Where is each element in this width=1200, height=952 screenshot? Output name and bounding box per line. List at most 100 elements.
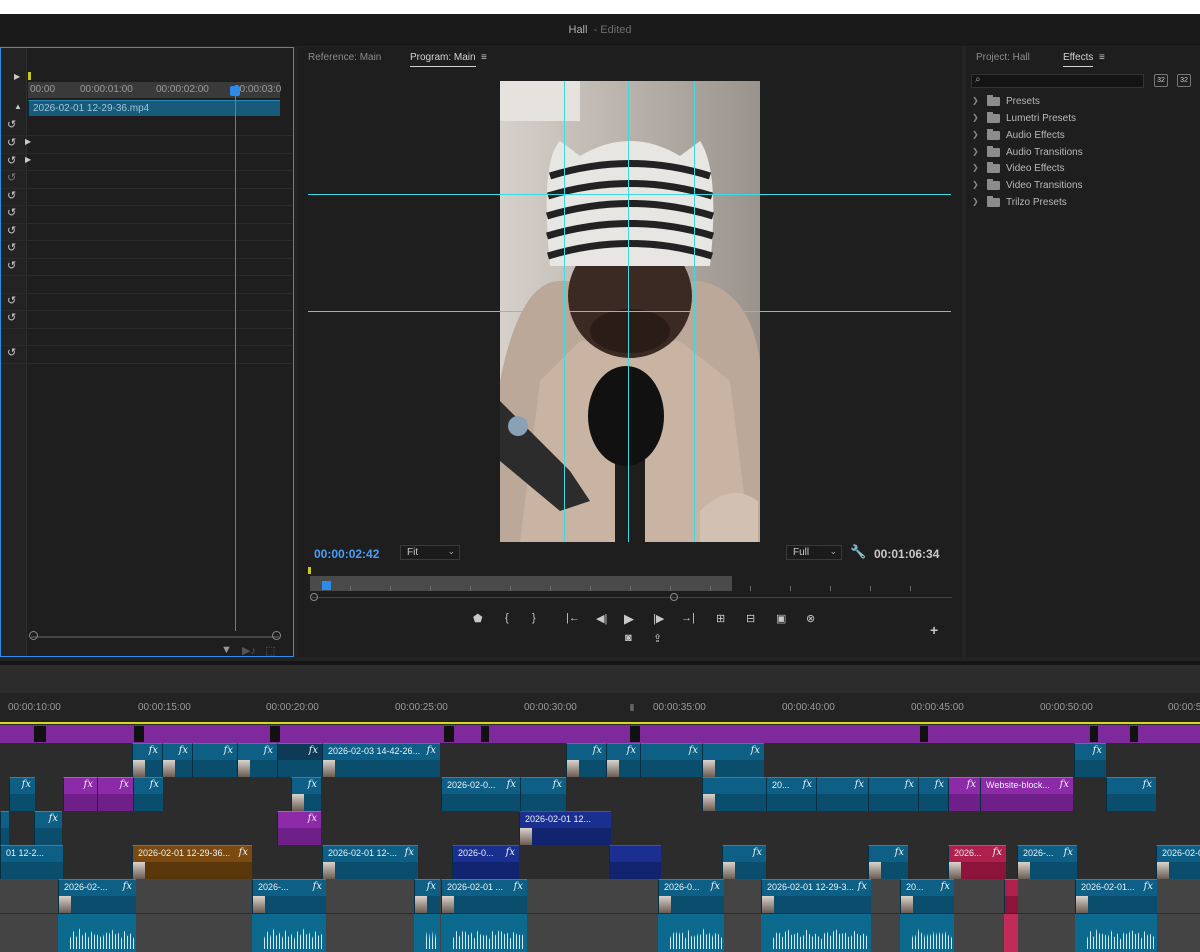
timeline-clip[interactable]: 2026-02-01 ... fx: [441, 879, 527, 913]
source-scrollbar[interactable]: [31, 636, 279, 638]
lift-icon[interactable]: ⊞: [716, 612, 725, 625]
undo-icon[interactable]: ↺: [7, 224, 16, 237]
undo-icon[interactable]: ↺: [7, 241, 16, 254]
effects-search-input[interactable]: ⌕: [971, 74, 1144, 88]
timeline-clip[interactable]: 2026-02-01... fx: [1075, 879, 1157, 913]
add-marker-icon[interactable]: ⬟: [473, 612, 483, 625]
timeline-clip[interactable]: fx: [162, 743, 192, 777]
wrench-icon[interactable]: 🔧: [850, 544, 866, 560]
timeline-clip[interactable]: fx: [414, 879, 440, 913]
timeline-clip[interactable]: 2026... fx: [948, 845, 1006, 879]
timeline-clip[interactable]: fx: [640, 743, 702, 777]
timeline-clip[interactable]: 20... fx: [900, 879, 954, 913]
camera-icon[interactable]: ◙: [625, 632, 632, 644]
work-area-bar[interactable]: [310, 576, 732, 591]
export-icon[interactable]: ⬚: [265, 644, 275, 657]
playhead-timecode[interactable]: 00:00:02:42: [314, 547, 379, 561]
expand-triangle-icon[interactable]: ▶: [25, 155, 31, 164]
timeline-clip[interactable]: 01 12-2...: [0, 845, 63, 879]
timeline-clip[interactable]: 2026-0... fx: [452, 845, 519, 879]
timeline-clip[interactable]: fx: [722, 845, 766, 879]
tab-effects[interactable]: Effects: [1063, 52, 1094, 67]
timeline-clip[interactable]: fx: [97, 777, 133, 811]
source-clip[interactable]: 2026-02-01 12-29-36.mp4: [28, 100, 280, 116]
undo-icon[interactable]: ↺: [7, 118, 16, 131]
export-frame-icon[interactable]: ⇪: [653, 632, 662, 645]
work-area-bar[interactable]: [0, 722, 1200, 724]
audio-clip[interactable]: [1004, 914, 1018, 952]
timeline-clip[interactable]: fx: [868, 777, 918, 811]
timeline-clip[interactable]: fx: [606, 743, 640, 777]
timeline-clip[interactable]: [609, 845, 661, 879]
expand-arrow-icon[interactable]: ❯: [972, 96, 979, 105]
audio-clip[interactable]: [441, 914, 527, 952]
zoom-handle-left[interactable]: [310, 593, 318, 601]
play-icon[interactable]: ▶: [624, 611, 634, 627]
vr-view-icon[interactable]: ⊗: [806, 612, 815, 625]
step-back-icon[interactable]: ◀|: [596, 612, 607, 625]
source-playhead-line[interactable]: [235, 88, 236, 631]
undo-icon[interactable]: ↺: [7, 259, 16, 272]
audio-clip[interactable]: [1075, 914, 1157, 952]
timeline-clip[interactable]: 2026-02-01: [1156, 845, 1200, 879]
timeline-clip[interactable]: 2026-... fx: [1017, 845, 1077, 879]
scroll-handle-left[interactable]: [29, 631, 38, 640]
timeline-clip[interactable]: 2026-0... fx: [658, 879, 724, 913]
timeline-clip[interactable]: 2026-02-01 12-29-36... fx: [132, 845, 252, 879]
timeline-clip[interactable]: fx: [192, 743, 237, 777]
audio-clip[interactable]: [414, 914, 440, 952]
program-playhead[interactable]: [322, 581, 331, 590]
guide-line-horizontal[interactable]: [308, 194, 951, 195]
panel-menu-icon[interactable]: ≡: [481, 52, 487, 63]
compare-view-icon[interactable]: ▣: [776, 612, 786, 625]
timeline-clip[interactable]: 2026-02-03 14-42-26... fx: [322, 743, 440, 777]
work-area-marker-icon[interactable]: ⦀: [630, 703, 634, 714]
timeline-clip[interactable]: fx: [566, 743, 606, 777]
source-time-ruler[interactable]: 00:00 00:00:01:00 00:00:02:00 00:00:03:0: [28, 82, 281, 98]
timeline-clip[interactable]: [0, 811, 9, 845]
expand-arrow-icon[interactable]: ❯: [972, 197, 979, 206]
expand-triangle-icon[interactable]: ▶: [25, 137, 31, 146]
timeline-ruler[interactable]: 00:00:10:00 00:00:15:00 00:00:20:00 00:0…: [0, 693, 1200, 723]
go-to-out-icon[interactable]: →|: [681, 612, 695, 624]
timeline-clip[interactable]: fx: [9, 777, 35, 811]
timeline-clip[interactable]: fx: [1106, 777, 1156, 811]
zoom-handle-right[interactable]: [670, 593, 678, 601]
timeline-clip[interactable]: fx: [237, 743, 277, 777]
timeline-clip[interactable]: fx: [918, 777, 948, 811]
go-to-in-icon[interactable]: |←: [566, 612, 580, 624]
panel-menu-icon[interactable]: ≡: [1099, 52, 1105, 63]
timeline-clip[interactable]: fx: [1074, 743, 1106, 777]
accelerated-effects-button[interactable]: 32: [1154, 74, 1168, 87]
timeline-clip[interactable]: 2026-02-... fx: [58, 879, 136, 913]
timeline-clip[interactable]: fx: [868, 845, 908, 879]
tab-program[interactable]: Program: Main: [410, 52, 476, 67]
timeline-clip[interactable]: fx: [34, 811, 62, 845]
expand-arrow-icon[interactable]: ❯: [972, 163, 979, 172]
undo-icon[interactable]: ↺: [7, 346, 16, 359]
audio-clip[interactable]: [761, 914, 871, 952]
timeline-clip[interactable]: 2026-02-01 12...: [519, 811, 611, 845]
32bit-effects-button[interactable]: 32: [1177, 74, 1191, 87]
expand-arrow-icon[interactable]: ❯: [972, 130, 979, 139]
timeline-clip[interactable]: fx: [948, 777, 980, 811]
expand-triangle-icon[interactable]: ▶: [14, 72, 20, 81]
tab-reference[interactable]: Reference: Main: [308, 52, 381, 63]
mark-out-icon[interactable]: }: [532, 612, 536, 624]
expand-arrow-icon[interactable]: ❯: [972, 113, 979, 122]
guide-line-horizontal[interactable]: [308, 311, 951, 312]
tab-project[interactable]: Project: Hall: [976, 52, 1030, 63]
timeline-clip[interactable]: fx: [132, 743, 162, 777]
undo-icon[interactable]: ↺: [7, 136, 16, 149]
timeline-clip[interactable]: [702, 777, 766, 811]
timeline-clip[interactable]: 2026-02-01 12-29-3... fx: [761, 879, 871, 913]
timeline-clip[interactable]: 2026-02-01 12-... fx: [322, 845, 418, 879]
timeline-clip[interactable]: 2026-... fx: [252, 879, 326, 913]
extract-icon[interactable]: ⊟: [746, 612, 755, 625]
timeline-clip[interactable]: fx: [291, 777, 321, 811]
insert-icon[interactable]: ▶♪: [242, 644, 256, 657]
timeline-clip[interactable]: fx: [816, 777, 868, 811]
program-scrub-bar[interactable]: [310, 576, 950, 591]
undo-icon[interactable]: ↺: [7, 294, 16, 307]
timeline-clip[interactable]: Website-block... fx: [980, 777, 1073, 811]
